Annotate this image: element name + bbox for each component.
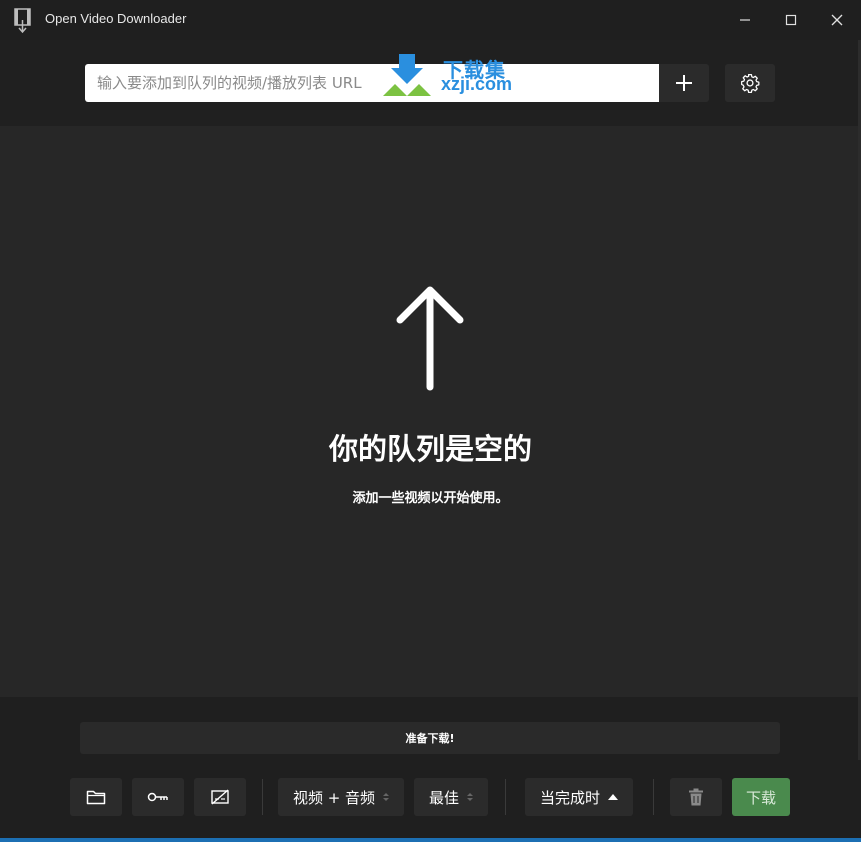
queue-area: 你的队列是空的 添加一些视频以开始使用。 [0, 126, 861, 697]
caret-up-icon [608, 794, 618, 800]
divider [653, 779, 654, 815]
credentials-button[interactable] [132, 778, 184, 816]
subtitles-off-icon [211, 789, 229, 805]
folder-icon [86, 790, 106, 805]
quality-select[interactable]: 最佳 [414, 778, 488, 816]
maximize-button[interactable] [768, 0, 814, 40]
format-select-label: 视频 + 音频 [292, 788, 376, 807]
divider [505, 779, 506, 815]
watermark-logo [383, 54, 431, 96]
empty-queue-subtitle: 添加一些视频以开始使用。 [352, 491, 509, 506]
subtitles-toggle-button[interactable] [194, 778, 246, 816]
clear-queue-button[interactable] [670, 778, 722, 816]
settings-button[interactable] [725, 64, 775, 102]
window-title: Open Video Downloader [45, 11, 187, 26]
trash-icon [689, 788, 703, 806]
open-folder-button[interactable] [70, 778, 122, 816]
empty-queue-title: 你的队列是空的 [328, 432, 532, 466]
url-input[interactable] [85, 64, 659, 102]
key-icon [147, 792, 168, 802]
gear-icon [741, 74, 760, 93]
title-bar: Open Video Downloader [0, 0, 861, 40]
watermark: 下载集 xzji.com [381, 54, 531, 98]
format-select[interactable]: 视频 + 音频 [278, 778, 404, 816]
divider [262, 779, 263, 815]
plus-icon [676, 75, 692, 91]
status-bar: 准备下载! [80, 722, 780, 754]
add-url-button[interactable] [659, 64, 709, 102]
watermark-en: xzji.com [441, 74, 513, 94]
arrow-up-icon [396, 286, 464, 391]
url-toolbar: 下载集 xzji.com [0, 40, 861, 126]
when-done-select[interactable]: 当完成时 [525, 778, 633, 816]
updown-caret-icon [383, 793, 390, 801]
close-button[interactable] [814, 0, 860, 40]
film-download-icon [14, 8, 31, 34]
quality-select-label: 最佳 [428, 788, 459, 807]
minimize-button[interactable] [722, 0, 768, 40]
maximize-icon [785, 14, 797, 26]
window-bottom-border [0, 838, 861, 842]
download-button[interactable]: 下载 [732, 778, 790, 816]
when-done-label: 当完成时 [539, 788, 600, 807]
minimize-icon [740, 19, 750, 21]
close-icon [831, 14, 843, 26]
bottom-panel: 准备下载! 视频 + 音频 最佳 当完成时 下载 [0, 697, 861, 842]
updown-caret-icon [467, 793, 473, 801]
